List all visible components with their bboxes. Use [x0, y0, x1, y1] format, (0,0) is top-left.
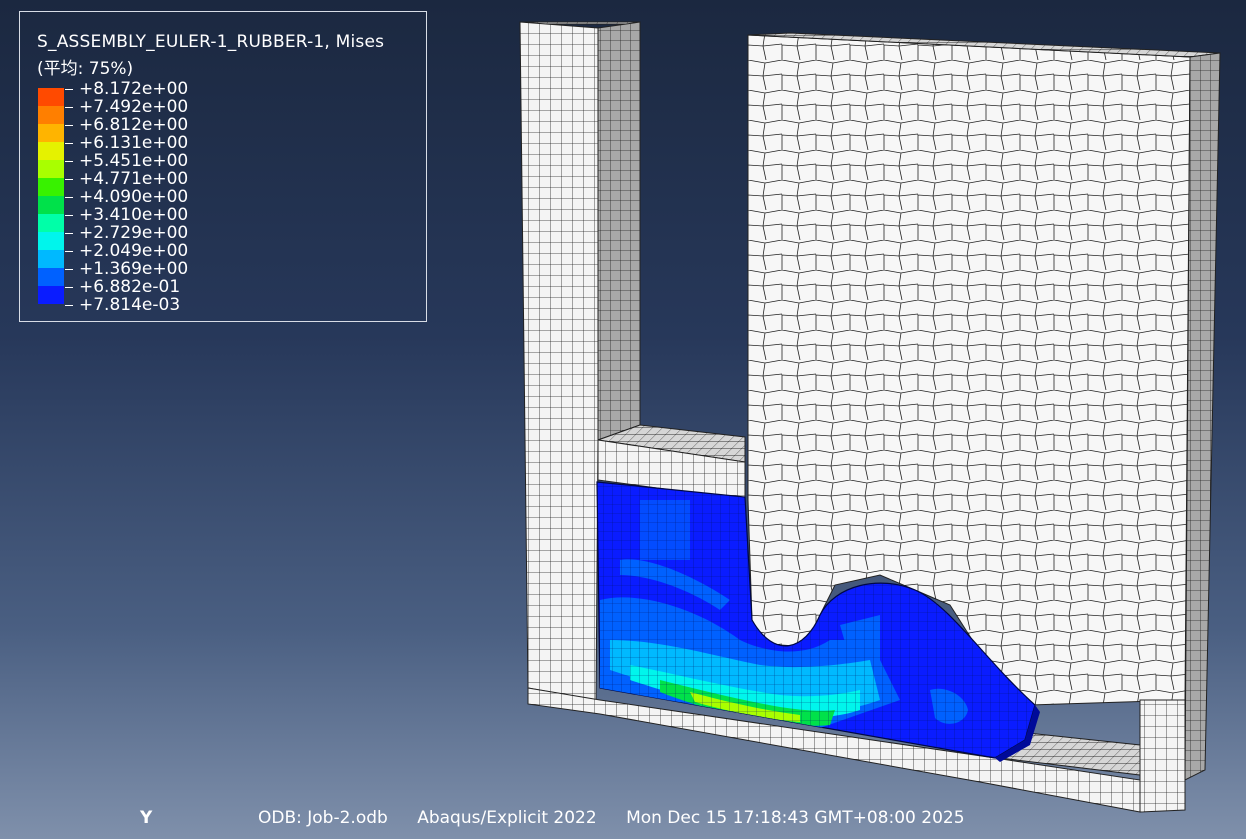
viewport-info-bar: ODB: Job-2.odb Abaqus/Explicit 2022 Mon … — [258, 808, 989, 828]
axis-triad-label: Y — [140, 808, 153, 828]
solver-version: Abaqus/Explicit 2022 — [417, 808, 597, 828]
model-viewport[interactable] — [0, 0, 1246, 839]
timestamp: Mon Dec 15 17:18:43 GMT+08:00 2025 — [626, 808, 965, 828]
odb-name: ODB: Job-2.odb — [258, 808, 388, 828]
